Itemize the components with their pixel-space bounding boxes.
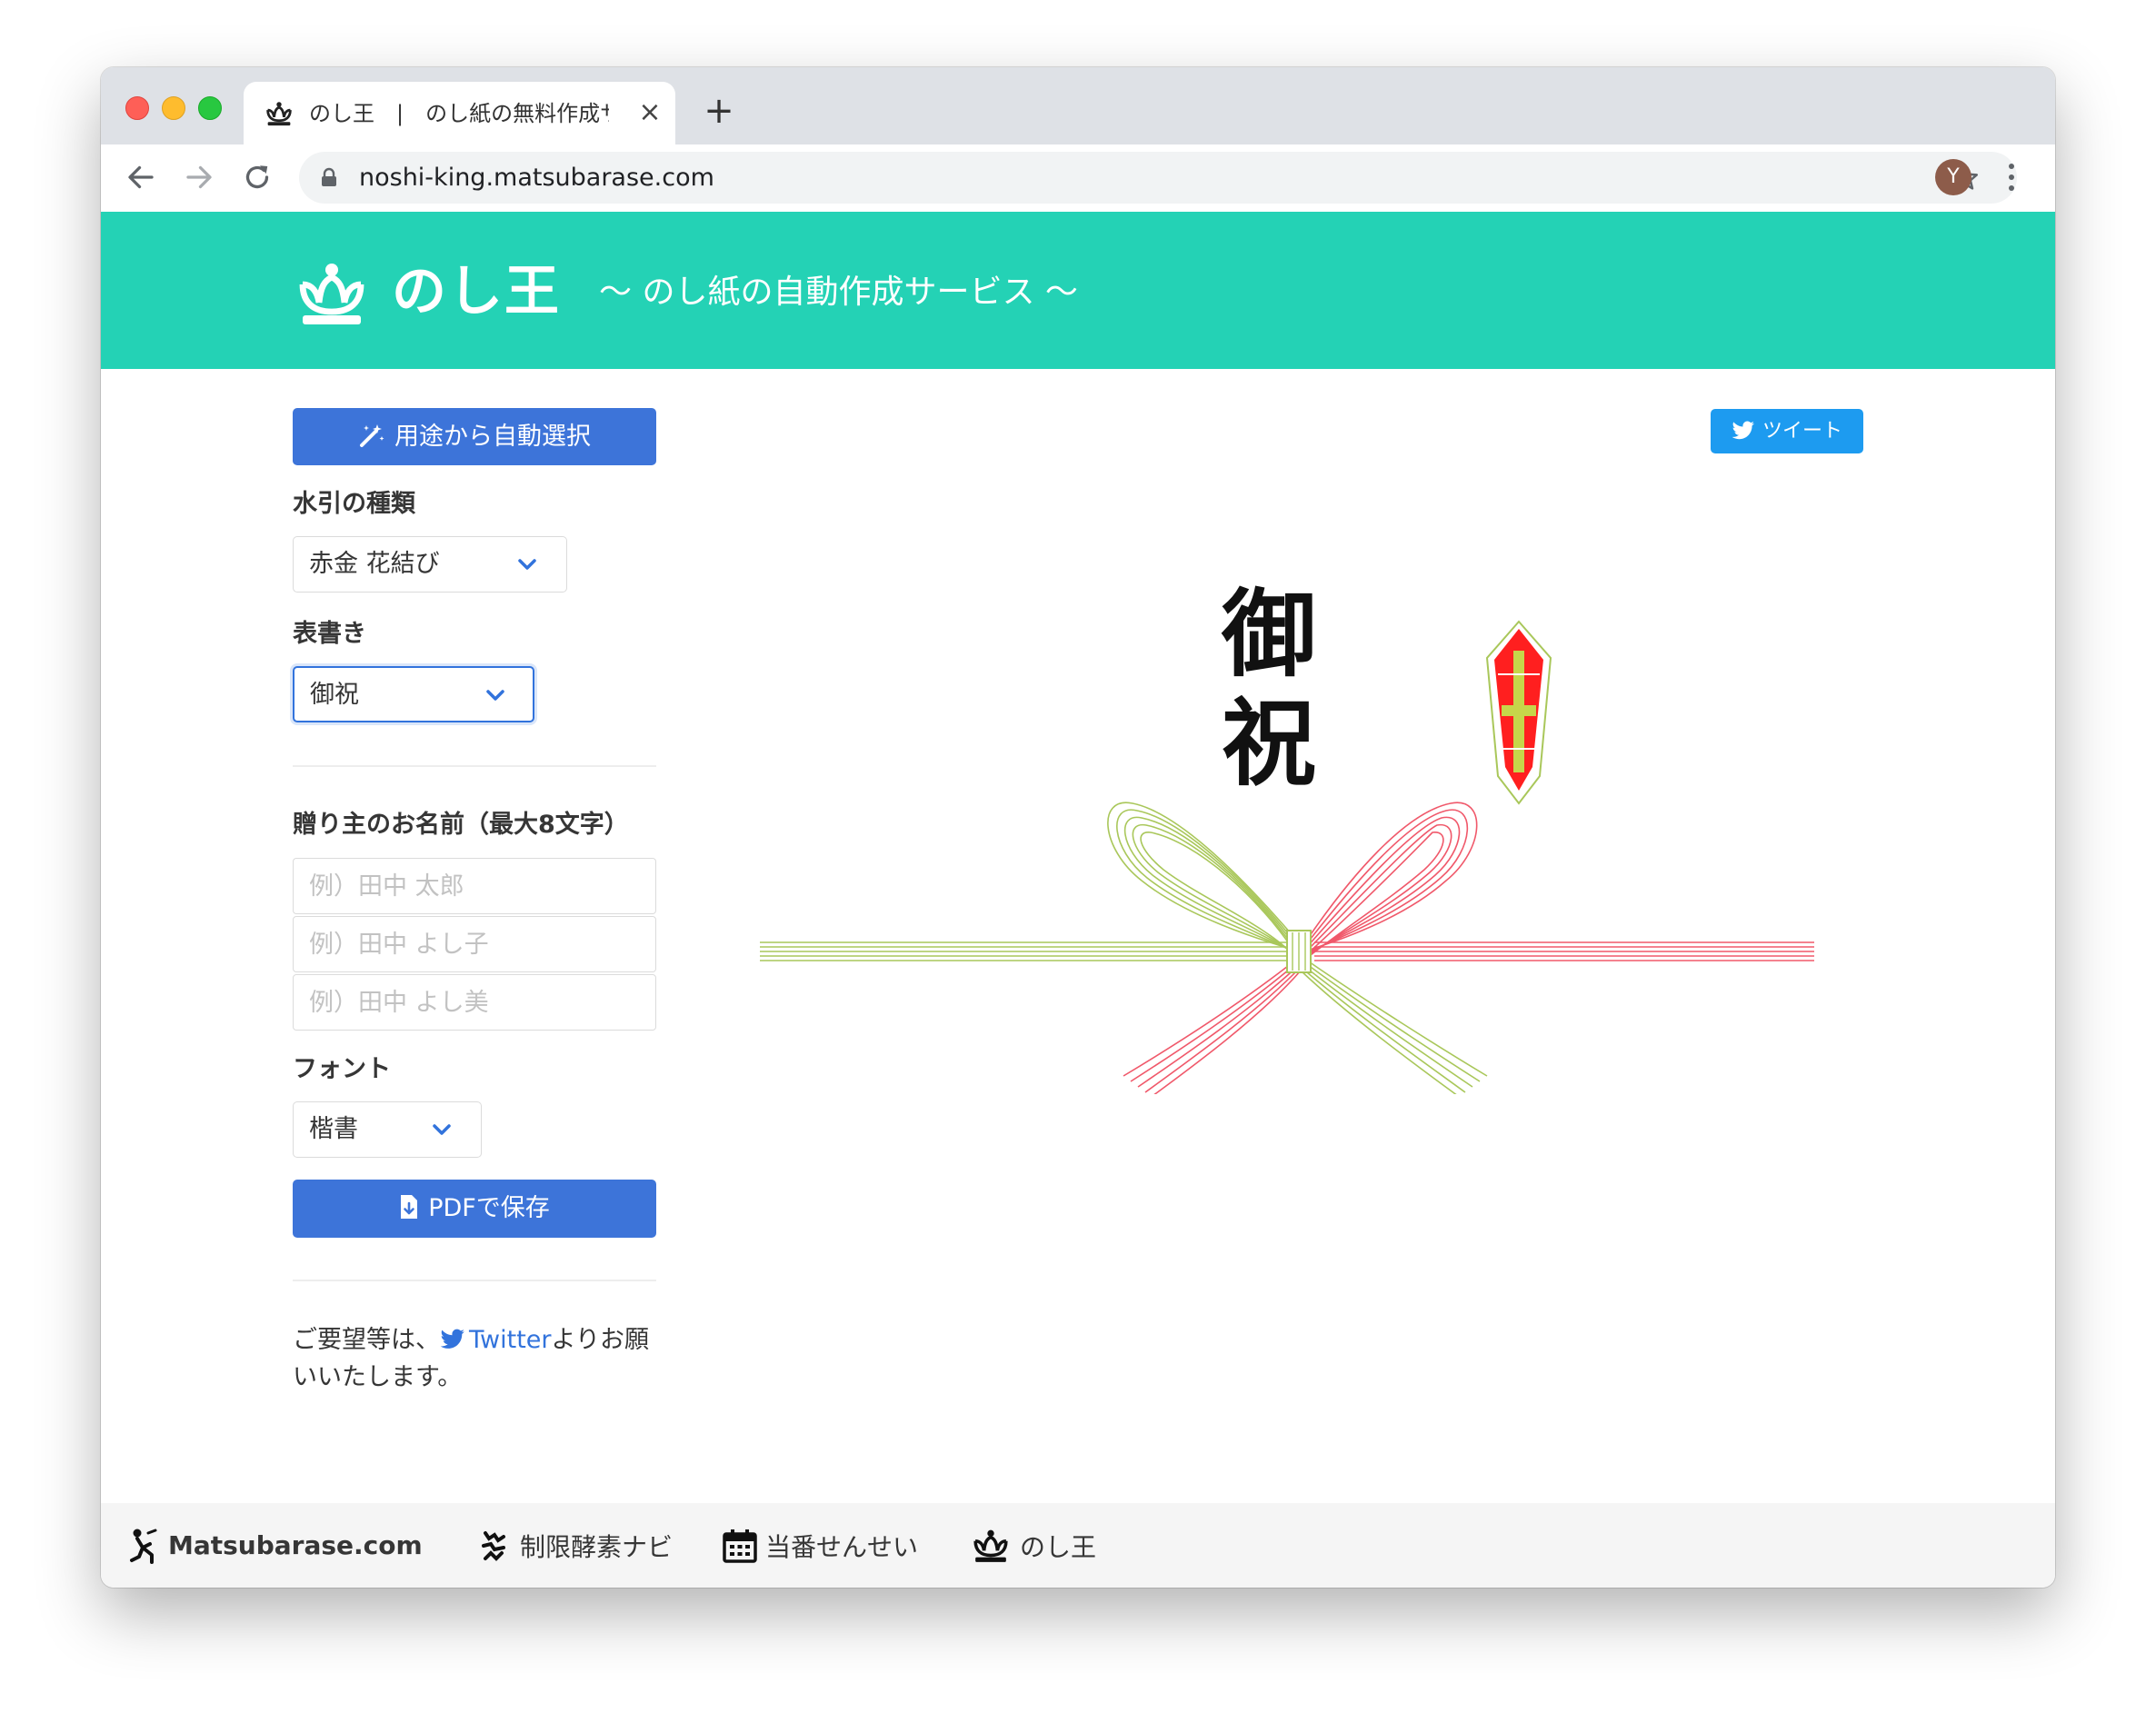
font-select[interactable]: 楷書 bbox=[293, 1101, 482, 1158]
chevron-down-icon bbox=[518, 559, 536, 570]
tab-close-button[interactable]: × bbox=[636, 99, 664, 127]
close-window-button[interactable] bbox=[125, 96, 149, 120]
contact-prefix: ご要望等は、 bbox=[293, 1326, 440, 1354]
footer-label: 制限酵素ナビ bbox=[520, 1531, 674, 1562]
names-label: 贈り主のお名前（最大8文字） bbox=[293, 811, 629, 839]
mizuhiki-value: 赤金 花結び bbox=[309, 550, 440, 578]
browser-tab-active[interactable]: のし王 | のし紙の無料作成サ × bbox=[244, 82, 675, 144]
sidebar-divider bbox=[293, 1280, 656, 1281]
mizuhiki-gold-loop bbox=[1107, 802, 1297, 959]
tab-title: のし王 | のし紙の無料作成サ bbox=[309, 101, 609, 126]
calendar-icon bbox=[723, 1529, 757, 1563]
enzyme-icon bbox=[482, 1530, 505, 1561]
site-subtitle: 〜 のし紙の自動作成サービス 〜 bbox=[599, 274, 1078, 311]
chevron-down-icon bbox=[433, 1124, 451, 1135]
font-value: 楷書 bbox=[309, 1115, 358, 1143]
omote-char-1: 御 bbox=[1221, 578, 1316, 690]
noshi-preview: 御 祝 bbox=[760, 578, 1814, 1094]
address-bar[interactable]: noshi-king.matsubarase.com bbox=[299, 152, 2017, 204]
footer-link-touban[interactable]: 当番せんせい bbox=[722, 1503, 918, 1588]
runner-icon bbox=[130, 1529, 157, 1564]
omote-label: 表書き bbox=[293, 620, 366, 648]
reload-icon[interactable] bbox=[241, 161, 274, 194]
site-header: のし王 〜 のし紙の自動作成サービス 〜 bbox=[101, 212, 2055, 369]
footer-label: Matsubarase.com bbox=[168, 1530, 423, 1560]
mizuhiki-red-loop bbox=[1306, 802, 1478, 959]
footer-link-noshi[interactable]: のし王 bbox=[969, 1503, 1096, 1588]
file-download-icon bbox=[401, 1195, 418, 1219]
noshi-ornament bbox=[1485, 620, 1552, 805]
browser-window: のし王 | のし紙の無料作成サ × + noshi-king.matsubara… bbox=[101, 67, 2055, 1588]
maximize-window-button[interactable] bbox=[198, 96, 222, 120]
crown-logo-icon[interactable] bbox=[292, 259, 372, 328]
mizuhiki-select[interactable]: 赤金 花結び bbox=[293, 536, 567, 593]
auto-select-button[interactable]: 用途から自動選択 bbox=[293, 408, 656, 465]
site-footer: Matsubarase.com 制限酵素ナビ 当番せんせい のし王 bbox=[101, 1503, 2055, 1588]
footer-label: 当番せんせい bbox=[765, 1531, 919, 1562]
sidebar-divider bbox=[293, 765, 656, 767]
mizuhiki-red-tails bbox=[1123, 955, 1302, 1094]
omote-select[interactable]: 御祝 bbox=[293, 666, 534, 722]
tweet-button[interactable]: ツイート bbox=[1711, 409, 1863, 453]
mizuhiki-right-cords bbox=[1314, 941, 1814, 961]
footer-link-matsubarase[interactable]: Matsubarase.com bbox=[128, 1503, 423, 1588]
new-tab-button[interactable]: + bbox=[701, 93, 737, 131]
twitter-bird-icon bbox=[1732, 421, 1754, 440]
contact-text: ご要望等は、 Twitterよりお願いいたします。 bbox=[293, 1321, 665, 1396]
forward-arrow-icon[interactable] bbox=[183, 161, 215, 194]
minimize-window-button[interactable] bbox=[162, 96, 185, 120]
auto-select-label: 用途から自動選択 bbox=[394, 423, 591, 451]
omote-char-2: 祝 bbox=[1222, 687, 1316, 799]
browser-toolbar: noshi-king.matsubarase.com Y bbox=[101, 144, 2055, 213]
back-arrow-icon[interactable] bbox=[125, 161, 157, 194]
chevron-down-icon bbox=[486, 690, 504, 701]
omote-value: 御祝 bbox=[310, 681, 359, 709]
mizuhiki-label: 水引の種類 bbox=[293, 490, 415, 518]
name-input-3[interactable] bbox=[293, 974, 656, 1031]
tab-strip: のし王 | のし紙の無料作成サ × + bbox=[101, 67, 2055, 144]
footer-label: のし王 bbox=[1020, 1531, 1097, 1562]
lock-icon bbox=[322, 167, 336, 186]
mizuhiki-gold-tails bbox=[1300, 955, 1488, 1094]
twitter-bird-icon bbox=[440, 1329, 464, 1349]
save-pdf-label: PDFで保存 bbox=[428, 1194, 550, 1222]
url-text: noshi-king.matsubarase.com bbox=[359, 164, 714, 192]
profile-avatar[interactable]: Y bbox=[1935, 159, 1971, 195]
crown-icon bbox=[266, 102, 292, 126]
name-input-2[interactable] bbox=[293, 916, 656, 972]
tweet-label: ツイート bbox=[1762, 420, 1842, 443]
more-vertical-icon[interactable] bbox=[2008, 161, 2015, 194]
font-label: フォント bbox=[293, 1055, 391, 1083]
twitter-link[interactable]: Twitter bbox=[440, 1326, 552, 1354]
name-input-1[interactable] bbox=[293, 858, 656, 914]
save-pdf-button[interactable]: PDFで保存 bbox=[293, 1180, 656, 1238]
magic-wand-icon bbox=[360, 424, 384, 447]
crown-icon bbox=[973, 1529, 1008, 1562]
site-title[interactable]: のし王 bbox=[392, 257, 561, 326]
mizuhiki-left-cords bbox=[760, 941, 1287, 961]
twitter-link-label: Twitter bbox=[469, 1326, 552, 1354]
footer-link-enzyme[interactable]: 制限酵素ナビ bbox=[476, 1503, 673, 1588]
